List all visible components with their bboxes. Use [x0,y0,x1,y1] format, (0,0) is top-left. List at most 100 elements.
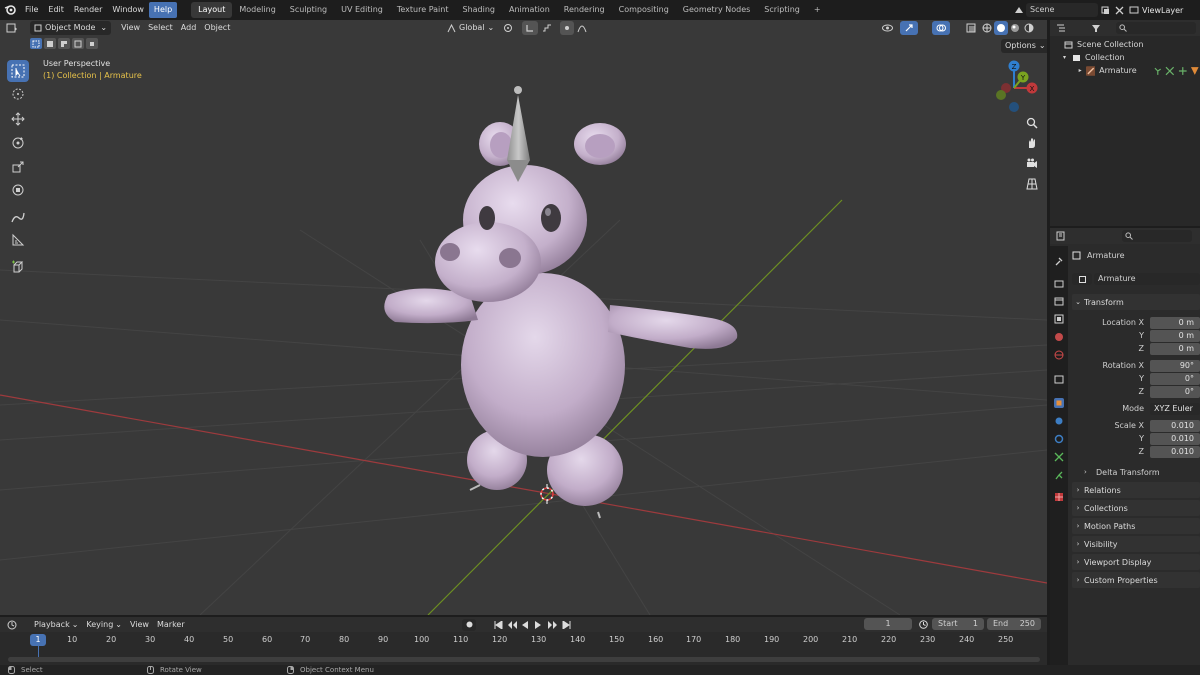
collection-tab-icon[interactable] [1054,374,1064,384]
scene-tab-icon[interactable] [1054,332,1064,342]
menu-object[interactable]: Object [200,21,234,35]
menu-select[interactable]: Select [144,21,177,35]
relations-panel-header[interactable]: › Relations [1072,482,1200,498]
tab-sculpting[interactable]: Sculpting [283,2,334,18]
tab-animation[interactable]: Animation [502,2,557,18]
proportional-edit-icon[interactable] [560,21,574,35]
menu-marker[interactable]: Marker [153,618,189,632]
options-dropdown[interactable]: Options ⌄ [1001,39,1047,53]
location-x-field[interactable]: 0 m [1150,316,1200,329]
transform-tool[interactable] [7,179,29,201]
menu-file[interactable]: File [20,2,43,18]
scale-x-field[interactable]: 0.010 [1150,419,1200,432]
menu-view[interactable]: View [117,21,144,35]
gizmo-neg-z-axis[interactable] [1009,102,1019,112]
menu-help[interactable]: Help [148,2,178,18]
end-frame-field[interactable]: End 250 [987,618,1041,630]
add-workspace-button[interactable]: + [807,2,828,18]
gizmo-toggle-icon[interactable] [900,21,918,35]
outliner-row-collection[interactable]: ▾ Collection [1050,51,1200,64]
tab-scripting[interactable]: Scripting [757,2,807,18]
creature-model[interactable] [384,86,738,519]
outliner-row-armature[interactable]: ▸ Armature [1050,64,1200,77]
zoom-view-button[interactable] [1022,113,1042,133]
location-y-field[interactable]: 0 m [1150,329,1200,342]
tab-shading[interactable]: Shading [455,2,502,18]
rendered-shading-icon[interactable] [1022,21,1036,35]
rotation-x-field[interactable]: 90° [1150,359,1200,372]
start-frame-field[interactable]: Start 1 [932,618,984,630]
datablock-type-selector[interactable] [1072,273,1092,285]
tab-compositing[interactable]: Compositing [612,2,676,18]
view-layer-name[interactable]: ViewLayer [1142,6,1183,15]
output-tab-icon[interactable] [1054,296,1064,306]
cursor-tool[interactable] [7,83,29,105]
pan-view-button[interactable] [1022,133,1042,153]
menu-keying[interactable]: Keying ⌄ [82,618,126,632]
timeline-scrollbar[interactable] [8,657,1040,662]
copy-scene-icon[interactable] [1098,3,1112,17]
collapse-arrow-icon[interactable]: ▾ [1050,54,1066,61]
remove-scene-icon[interactable] [1112,3,1126,17]
outliner-row-scene-collection[interactable]: Scene Collection [1050,38,1200,51]
snap-increment-icon[interactable] [539,21,555,35]
transform-panel-header[interactable]: ⌄ Transform [1072,294,1200,310]
snap-icon[interactable] [522,21,538,35]
pivot-point-icon[interactable] [500,21,516,35]
transform-orientation-selector[interactable]: Global ⌄ [443,21,498,35]
current-frame-field[interactable]: 1 [864,618,912,630]
rotation-z-field[interactable]: 0° [1150,385,1200,398]
constraints-tab-icon[interactable] [1054,452,1064,462]
view-object-types-icon[interactable] [878,21,896,35]
editor-type-icon[interactable] [0,21,24,35]
camera-view-button[interactable] [1022,153,1042,173]
custom-properties-panel-header[interactable]: › Custom Properties [1072,572,1200,588]
select-subtract-icon[interactable] [58,38,70,49]
overlays-toggle-icon[interactable] [932,21,950,35]
scale-z-field[interactable]: 0.010 [1150,445,1200,458]
tab-texture-paint[interactable]: Texture Paint [390,2,456,18]
select-new-icon[interactable] [30,38,42,49]
menu-timeline-view[interactable]: View [126,618,153,632]
menu-edit[interactable]: Edit [43,2,69,18]
falloff-icon[interactable] [575,21,589,35]
world-tab-icon[interactable] [1054,350,1064,360]
3d-viewport[interactable]: Object Mode ⌄ View Select Add Object Glo… [0,20,1047,615]
clock-icon[interactable] [916,618,930,630]
play-reverse-icon[interactable] [519,619,531,631]
tab-layout[interactable]: Layout [191,2,233,18]
object-tab-icon[interactable] [1054,398,1064,408]
properties-editor-icon[interactable] [1050,229,1074,243]
rotate-tool[interactable] [7,132,29,154]
visibility-panel-header[interactable]: › Visibility [1072,536,1200,552]
xray-toggle-icon[interactable] [963,21,979,35]
tab-uv-editing[interactable]: UV Editing [334,2,390,18]
jump-keyframe-back-icon[interactable] [505,619,519,631]
motion-paths-panel-header[interactable]: › Motion Paths [1072,518,1200,534]
rotation-y-field[interactable]: 0° [1150,372,1200,385]
jump-start-icon[interactable] [492,619,504,631]
scale-y-field[interactable]: 0.010 [1150,432,1200,445]
playhead-frame-indicator[interactable]: 1 [30,634,46,646]
physics-tab-icon[interactable] [1054,434,1064,444]
select-box-tool[interactable] [7,60,29,82]
measure-tool[interactable] [7,229,29,251]
armature-data-icon[interactable] [1165,66,1175,76]
delta-transform-subpanel[interactable]: › Delta Transform [1084,465,1160,479]
outliner-editor-icon[interactable] [1050,21,1074,35]
viewport-display-panel-header[interactable]: › Viewport Display [1072,554,1200,570]
record-icon[interactable] [462,618,476,631]
toggle-projection-button[interactable] [1022,174,1042,194]
rotation-mode-selector[interactable]: XYZ Euler [1150,402,1200,415]
add-cube-tool[interactable] [7,256,29,278]
pose-icon[interactable] [1153,66,1163,76]
viewport-scene[interactable] [0,20,1047,615]
move-tool[interactable] [7,108,29,130]
modifiers-tab-icon[interactable] [1054,416,1064,426]
bone-icon[interactable] [1178,66,1188,76]
scale-tool[interactable] [7,156,29,178]
filter-icon[interactable] [1086,21,1106,35]
play-icon[interactable] [532,619,544,631]
navigation-gizmo[interactable]: Z X Y [985,57,1045,117]
tab-geometry-nodes[interactable]: Geometry Nodes [676,2,757,18]
